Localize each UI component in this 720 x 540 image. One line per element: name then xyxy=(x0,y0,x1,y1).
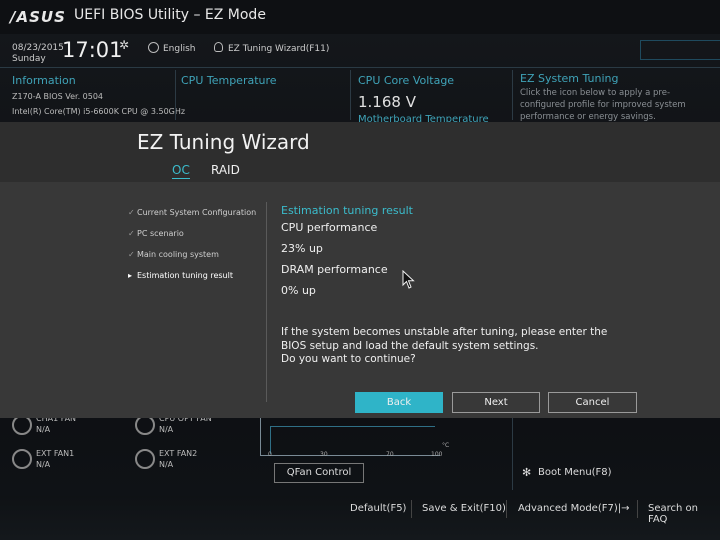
fan-value: N/A xyxy=(159,425,174,434)
clock: 17:01 xyxy=(62,38,123,62)
fan-curve-line xyxy=(270,426,435,454)
cancel-button[interactable]: Cancel xyxy=(548,392,637,413)
column-divider xyxy=(512,418,513,490)
warning-line: If the system becomes unstable after tun… xyxy=(281,326,608,338)
fan-item[interactable]: EXT FAN1 N/A xyxy=(36,448,74,470)
search-faq-button[interactable]: Search on FAQ xyxy=(648,503,720,525)
advanced-mode-button[interactable]: Advanced Mode(F7)|→ xyxy=(518,503,629,514)
snowflake-icon: ✻ xyxy=(522,466,532,479)
ez-tuning-wizard-dialog: EZ Tuning Wizard OC RAID ✓ Current System… xyxy=(0,122,720,418)
model-bios-version: Z170-A BIOS Ver. 0504 xyxy=(12,92,104,101)
save-exit-button[interactable]: Save & Exit(F10) xyxy=(422,503,506,514)
cpu-voltage-heading: CPU Core Voltage xyxy=(358,74,455,87)
footer-separator xyxy=(637,500,638,518)
step-label: Estimation tuning result xyxy=(137,271,233,280)
header-divider xyxy=(0,67,720,68)
fan-icon xyxy=(135,449,155,469)
arrow-icon: ▸ xyxy=(128,271,133,280)
step-label: Main cooling system xyxy=(137,250,219,259)
wizard-step: ✓ Main cooling system xyxy=(128,250,219,259)
bulb-icon xyxy=(214,42,223,52)
graph-unit: °C xyxy=(442,442,450,449)
dram-performance-value: 0% up xyxy=(281,284,316,297)
globe-icon xyxy=(148,42,159,53)
dialog-title: EZ Tuning Wizard xyxy=(137,130,310,154)
wizard-step-current: ▸ Estimation tuning result xyxy=(128,271,233,280)
ez-system-tuning-description: Click the icon below to apply a pre-conf… xyxy=(520,88,686,122)
wizard-step: ✓ Current System Configuration xyxy=(128,208,256,217)
qfan-control-button[interactable]: QFan Control xyxy=(274,463,364,483)
graph-tick: 0 xyxy=(268,451,272,458)
fan-icon xyxy=(135,415,155,435)
ez-tuning-wizard-link[interactable]: EZ Tuning Wizard(F11) xyxy=(228,44,329,54)
cpu-performance-label: CPU performance xyxy=(281,221,378,234)
warning-line: Do you want to continue? xyxy=(281,353,416,365)
footer-separator xyxy=(411,500,412,518)
date-text: 08/23/2015 xyxy=(12,43,64,53)
circuit-decoration xyxy=(640,40,720,60)
back-button[interactable]: Back xyxy=(355,392,443,413)
fan-icon xyxy=(12,415,32,435)
fan-value: N/A xyxy=(159,460,174,469)
fan-icon xyxy=(12,449,32,469)
graph-tick: 100 xyxy=(431,451,443,458)
next-button[interactable]: Next xyxy=(452,392,540,413)
asus-logo: /ASUS xyxy=(10,8,66,26)
language-selector[interactable]: English xyxy=(163,44,196,54)
default-button[interactable]: Default(F5) xyxy=(350,503,406,514)
cpu-voltage-value: 1.168 V xyxy=(358,93,416,111)
column-divider xyxy=(512,70,513,120)
cpu-temperature-heading: CPU Temperature xyxy=(181,74,277,87)
mouse-cursor-icon xyxy=(402,270,415,289)
dialog-header xyxy=(0,122,720,182)
step-label: Current System Configuration xyxy=(137,208,257,217)
information-heading: Information xyxy=(12,74,76,87)
day-text: Sunday xyxy=(12,54,46,64)
app-title: UEFI BIOS Utility – EZ Mode xyxy=(74,7,266,23)
tab-oc[interactable]: OC xyxy=(172,164,190,179)
footer-separator xyxy=(506,500,507,518)
column-divider xyxy=(350,70,351,120)
date-display: 08/23/2015 Sunday xyxy=(12,43,64,65)
fan-item[interactable]: EXT FAN2 N/A xyxy=(159,448,197,470)
dialog-body xyxy=(0,182,720,418)
warning-line: BIOS setup and load the default system s… xyxy=(281,339,539,352)
graph-tick: 70 xyxy=(386,451,394,458)
graph-tick: 30 xyxy=(320,451,328,458)
step-label: PC scenario xyxy=(137,229,184,238)
fan-value: N/A xyxy=(36,460,51,469)
gear-icon[interactable]: ✲ xyxy=(119,38,129,52)
column-divider xyxy=(175,70,176,120)
check-icon: ✓ xyxy=(128,250,135,259)
warning-message: If the system becomes unstable after tun… xyxy=(281,326,611,367)
dram-performance-label: DRAM performance xyxy=(281,263,388,276)
wizard-step: ✓ PC scenario xyxy=(128,229,184,238)
fan-value: N/A xyxy=(36,425,51,434)
check-icon: ✓ xyxy=(128,208,135,217)
tab-raid[interactable]: RAID xyxy=(211,164,240,177)
steps-divider xyxy=(266,202,267,402)
ez-system-tuning-heading: EZ System Tuning xyxy=(520,72,619,85)
cpu-performance-value: 23% up xyxy=(281,242,323,255)
fan-name: EXT FAN2 xyxy=(159,449,198,458)
cpu-info: Intel(R) Core(TM) i5-6600K CPU @ 3.50GHz xyxy=(12,107,186,116)
check-icon: ✓ xyxy=(128,229,135,238)
fan-name: EXT FAN1 xyxy=(36,449,75,458)
boot-menu-button[interactable]: Boot Menu(F8) xyxy=(538,467,612,478)
result-heading: Estimation tuning result xyxy=(281,204,413,217)
